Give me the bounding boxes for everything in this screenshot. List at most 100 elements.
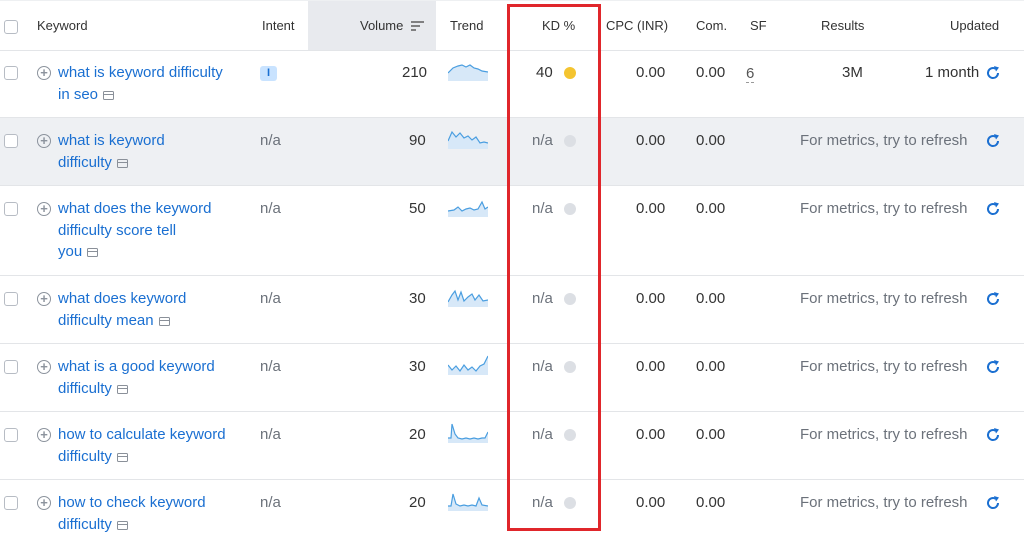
kd-indicator-dot	[564, 497, 576, 509]
kd-indicator-dot	[564, 67, 576, 79]
intent-value: n/a	[260, 132, 281, 149]
serp-preview-icon[interactable]	[158, 316, 170, 326]
sf-count-link[interactable]: 6	[746, 65, 755, 83]
keyword-link[interactable]: what does the keyword difficulty score te…	[58, 198, 248, 263]
kd-value: n/a	[532, 132, 553, 149]
kd-value: n/a	[532, 426, 553, 443]
add-to-list-icon[interactable]: +	[37, 202, 51, 216]
add-to-list-icon[interactable]: +	[37, 66, 51, 80]
kd-indicator-dot	[564, 429, 576, 441]
add-to-list-icon[interactable]: +	[37, 292, 51, 306]
col-sf[interactable]: SF	[750, 1, 767, 50]
cpc-value: 0.00	[636, 200, 666, 217]
table-row: + what is keyword difficulty n/a 90 n/a 0…	[0, 118, 1024, 186]
sort-desc-icon[interactable]	[411, 21, 424, 31]
keyword-link[interactable]: what is keyword difficulty in seo	[58, 62, 248, 105]
keyword-link[interactable]: what does keyword difficulty mean	[58, 288, 248, 331]
cpc-value: 0.00	[636, 64, 666, 81]
refresh-icon[interactable]	[985, 495, 1001, 511]
col-results[interactable]: Results	[821, 1, 864, 50]
volume-value: 30	[409, 358, 426, 375]
row-checkbox[interactable]	[4, 202, 18, 216]
row-checkbox[interactable]	[4, 360, 18, 374]
col-cpc[interactable]: CPC (INR)	[606, 1, 668, 50]
serp-preview-icon[interactable]	[87, 248, 99, 257]
col-updated[interactable]: Updated	[950, 1, 999, 50]
trend-sparkline	[448, 64, 488, 81]
cpc-value: 0.00	[636, 132, 666, 149]
table-row: + what is keyword difficulty in seo I 210…	[0, 50, 1024, 118]
trend-sparkline	[448, 289, 488, 307]
cpc-value: 0.00	[636, 358, 666, 375]
serp-preview-icon[interactable]	[116, 384, 128, 394]
refresh-icon[interactable]	[985, 359, 1001, 375]
col-com[interactable]: Com.	[696, 1, 727, 50]
col-keyword[interactable]: Keyword	[37, 1, 88, 50]
add-to-list-icon[interactable]: +	[37, 360, 51, 374]
add-to-list-icon[interactable]: +	[37, 496, 51, 510]
keyword-link[interactable]: how to check keyword difficulty	[58, 492, 248, 535]
refresh-hint: For metrics, try to refresh	[800, 290, 968, 307]
kd-value: n/a	[532, 494, 553, 511]
serp-preview-icon[interactable]	[116, 158, 128, 168]
com-value: 0.00	[696, 132, 726, 149]
col-intent[interactable]: Intent	[262, 1, 295, 50]
refresh-icon[interactable]	[985, 291, 1001, 307]
com-value: 0.00	[696, 494, 726, 511]
trend-sparkline	[448, 200, 488, 217]
refresh-hint: For metrics, try to refresh	[800, 358, 968, 375]
cpc-value: 0.00	[636, 494, 666, 511]
serp-preview-icon[interactable]	[116, 452, 128, 462]
refresh-icon[interactable]	[985, 65, 1001, 81]
serp-preview-icon[interactable]	[103, 90, 115, 100]
volume-value: 50	[409, 200, 426, 217]
refresh-icon[interactable]	[985, 201, 1001, 217]
com-value: 0.00	[696, 200, 726, 217]
serp-preview-icon[interactable]	[116, 520, 128, 530]
intent-value: n/a	[260, 290, 281, 307]
refresh-hint: For metrics, try to refresh	[800, 426, 968, 443]
refresh-icon[interactable]	[985, 427, 1001, 443]
volume-value: 210	[402, 64, 428, 81]
kd-value: 40	[536, 64, 553, 81]
com-value: 0.00	[696, 358, 726, 375]
results-value: 3M	[842, 64, 863, 81]
kd-value: n/a	[532, 358, 553, 375]
table-row: + what does the keyword difficulty score …	[0, 186, 1024, 276]
add-to-list-icon[interactable]: +	[37, 134, 51, 148]
row-checkbox[interactable]	[4, 66, 18, 80]
updated-value: 1 month	[925, 64, 980, 81]
kd-value: n/a	[532, 200, 553, 217]
kd-indicator-dot	[564, 135, 576, 147]
col-trend[interactable]: Trend	[450, 1, 483, 50]
col-kd[interactable]: KD %	[542, 1, 575, 50]
refresh-icon[interactable]	[985, 133, 1001, 149]
keyword-link[interactable]: what is keyword difficulty	[58, 130, 248, 173]
volume-value: 20	[409, 426, 426, 443]
cpc-value: 0.00	[636, 426, 666, 443]
col-volume[interactable]: Volume	[360, 1, 403, 50]
select-all-checkbox[interactable]	[4, 20, 18, 34]
add-to-list-icon[interactable]: +	[37, 428, 51, 442]
row-checkbox[interactable]	[4, 292, 18, 306]
com-value: 0.00	[696, 64, 726, 81]
table-row: + how to calculate keyword difficulty n/a…	[0, 412, 1024, 480]
table-row: + what is a good keyword difficulty n/a 3…	[0, 344, 1024, 412]
keyword-link[interactable]: what is a good keyword difficulty	[58, 356, 248, 399]
row-checkbox[interactable]	[4, 428, 18, 442]
intent-value: n/a	[260, 494, 281, 511]
trend-sparkline	[448, 493, 488, 511]
table-header: Keyword Intent Volume Trend KD % CPC (IN…	[0, 0, 1024, 51]
table-row: + how to check keyword difficulty n/a 20 …	[0, 480, 1024, 545]
intent-value: n/a	[260, 358, 281, 375]
volume-value: 20	[409, 494, 426, 511]
row-checkbox[interactable]	[4, 134, 18, 148]
cpc-value: 0.00	[636, 290, 666, 307]
row-checkbox[interactable]	[4, 496, 18, 510]
keyword-link[interactable]: how to calculate keyword difficulty	[58, 424, 248, 467]
trend-sparkline	[448, 355, 488, 375]
intent-badge: I	[260, 66, 277, 81]
trend-sparkline	[448, 130, 488, 149]
table-row: + what does keyword difficulty mean n/a 3…	[0, 276, 1024, 344]
refresh-hint: For metrics, try to refresh	[800, 200, 968, 217]
